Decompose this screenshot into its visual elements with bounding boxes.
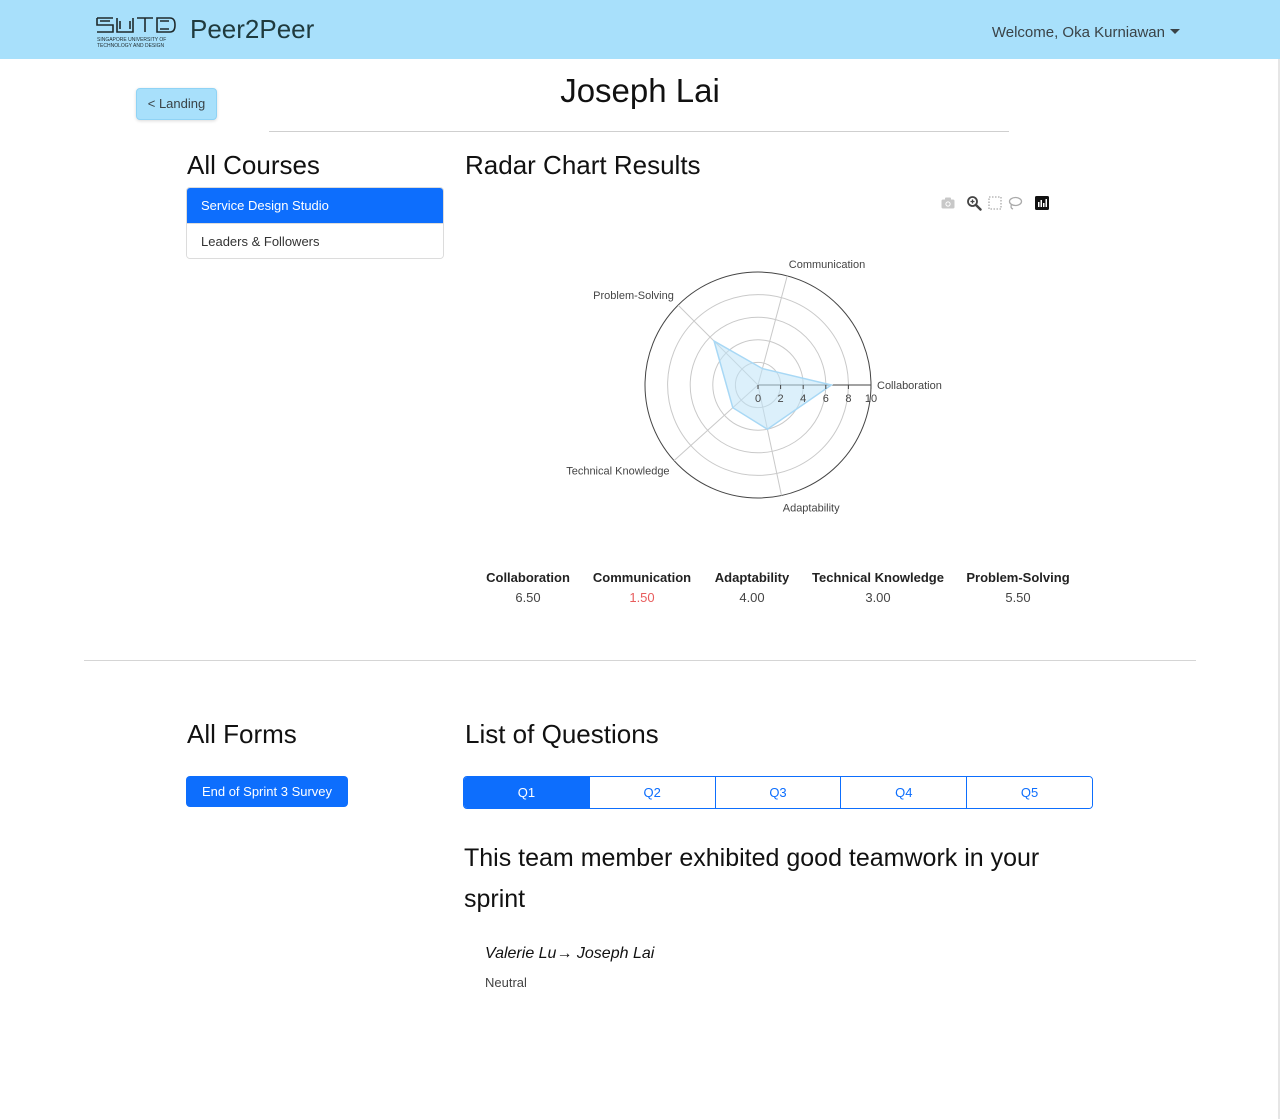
score-item: Adaptability 4.00 <box>682 570 822 605</box>
section-divider <box>84 660 1196 661</box>
courses-heading: All Courses <box>187 150 320 180</box>
svg-text:TECHNOLOGY AND DESIGN: TECHNOLOGY AND DESIGN <box>97 43 165 49</box>
lasso-icon[interactable] <box>1007 195 1023 211</box>
radar-tick-label: 10 <box>865 393 877 405</box>
radar-tick-label: 6 <box>823 393 829 405</box>
welcome-text: Welcome, Oka Kurniawan <box>991 24 1165 41</box>
question-tabs: Q1 Q2 Q3 Q4 Q5 <box>463 776 1093 809</box>
radar-tick-label: 4 <box>800 393 806 405</box>
back-to-landing-button[interactable]: < Landing <box>136 88 217 120</box>
tab-q4[interactable]: Q4 <box>840 777 967 808</box>
tab-q3[interactable]: Q3 <box>714 777 841 808</box>
forms-heading: All Forms <box>187 719 297 749</box>
question-text: This team member exhibited good teamwork… <box>464 844 1040 913</box>
score-value: 5.50 <box>1005 590 1031 605</box>
course-item[interactable]: Service Design Studio <box>187 188 443 223</box>
plotly-logo-icon[interactable] <box>1034 195 1050 211</box>
box-select-icon[interactable] <box>987 195 1003 211</box>
brand-name[interactable]: Peer2Peer <box>190 14 314 45</box>
form-button-end-of-sprint-3[interactable]: End of Sprint 3 Survey <box>186 776 348 807</box>
response-value: Neutral <box>485 975 527 990</box>
radar-chart: 0 2 4 6 8 10Collaboration Communication Problem… <box>566 259 942 514</box>
radar-heading: Radar Chart Results <box>465 150 701 180</box>
radar-series-polygon <box>712 339 834 431</box>
user-menu-dropdown[interactable]: Welcome, Oka Kurniawan <box>992 24 1180 41</box>
tab-q5[interactable]: Q5 <box>966 777 1092 808</box>
radar-tick-label: 8 <box>845 393 851 405</box>
radar-tick-label: 0 <box>755 393 761 405</box>
questions-heading: List of Questions <box>465 719 659 749</box>
score-label: Adaptability <box>714 570 790 585</box>
radar-category-label: Collaboration <box>877 380 942 392</box>
score-value: 3.00 <box>865 590 891 605</box>
radar-category-label: Communication <box>789 259 865 271</box>
title-divider <box>269 131 1009 132</box>
score-item: Technical Knowledge 3.00 <box>808 570 948 605</box>
radar-tick-label: 2 <box>778 393 784 405</box>
score-label: Technical Knowledge <box>812 570 944 585</box>
radar-category-label: Problem-Solving <box>593 290 674 302</box>
caret-down-icon <box>1170 29 1180 34</box>
navbar: SINGAPORE UNIVERSITY OF TECHNOLOGY AND D… <box>0 0 1280 59</box>
score-item: Problem-Solving 5.50 <box>948 570 1088 605</box>
tab-q2[interactable]: Q2 <box>588 777 715 808</box>
zoom-icon[interactable] <box>966 195 982 211</box>
score-label: Problem-Solving <box>966 570 1070 585</box>
course-list: Service Design Studio Leaders & Follower… <box>186 187 444 259</box>
radar-category-label: Adaptability <box>783 502 840 514</box>
course-item[interactable]: Leaders & Followers <box>187 223 443 258</box>
score-value: 4.00 <box>739 590 765 605</box>
tab-q1[interactable]: Q1 <box>464 777 589 808</box>
response-author: Valerie Lu→ Joseph Lai <box>485 945 655 962</box>
radar-category-label: Technical Knowledge <box>566 466 669 478</box>
sutd-logo[interactable]: SINGAPORE UNIVERSITY OF TECHNOLOGY AND D… <box>96 15 178 49</box>
camera-icon[interactable] <box>940 195 956 211</box>
